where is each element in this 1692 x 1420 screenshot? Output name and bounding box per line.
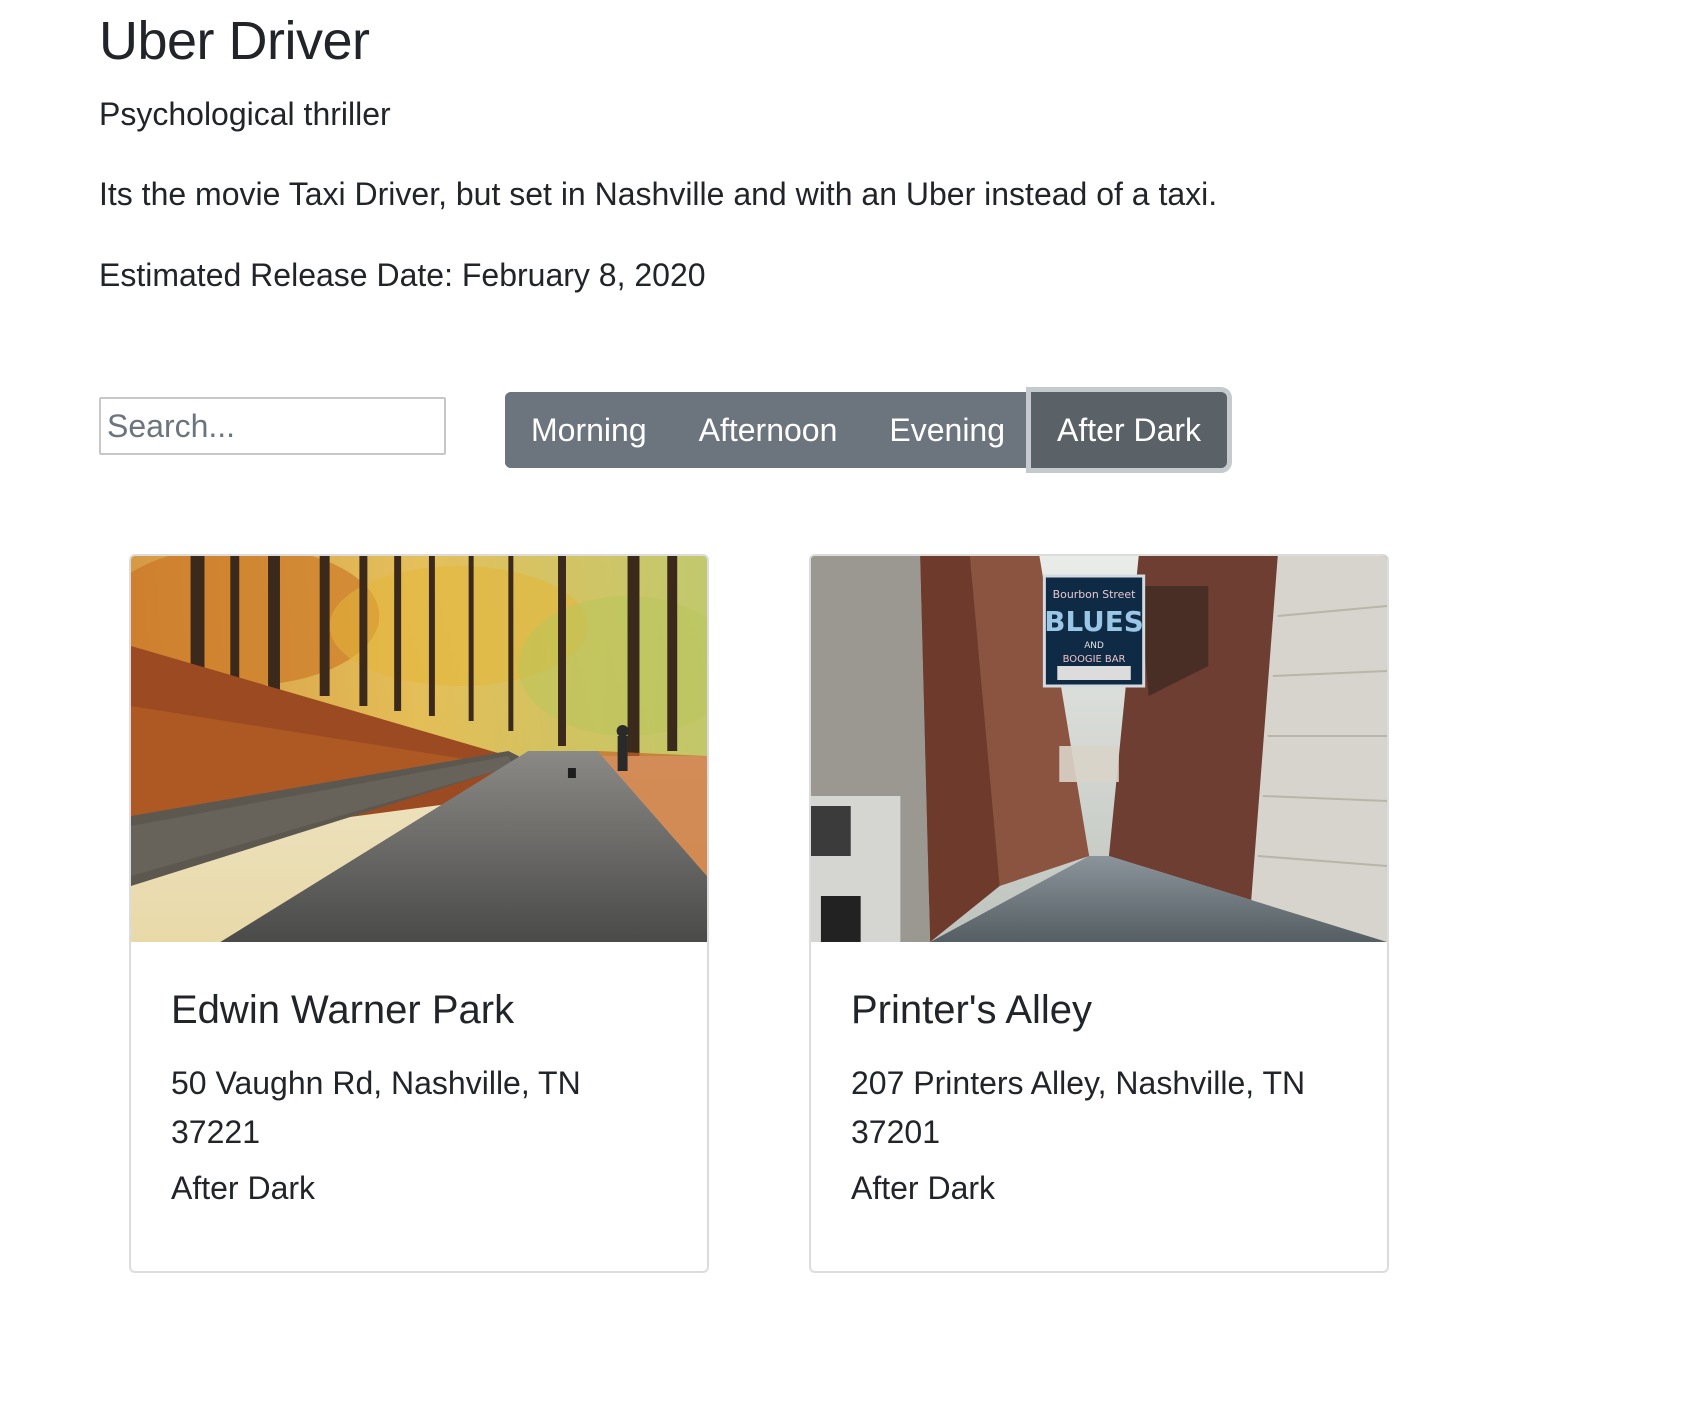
filter-morning-button[interactable]: Morning — [505, 392, 673, 468]
autumn-park-path-photo — [131, 556, 707, 942]
filter-afternoon-button[interactable]: Afternoon — [672, 392, 864, 468]
location-name: Printer's Alley — [851, 988, 1093, 1032]
location-time: After Dark — [851, 1170, 996, 1206]
movie-genre: Psychological thriller — [99, 96, 391, 132]
location-time: After Dark — [171, 1170, 316, 1206]
location-card: Bourbon Street BLUES AND BOOGIE BAR Prin… — [809, 554, 1389, 1273]
search-input[interactable] — [99, 397, 446, 455]
city-alley-photo: Bourbon Street BLUES AND BOOGIE BAR — [811, 556, 1387, 942]
sign-line-2: BLUES — [1044, 605, 1143, 638]
release-date: Estimated Release Date: February 8, 2020 — [99, 257, 706, 293]
sign-line-1: Bourbon Street — [1053, 588, 1136, 601]
location-card: Edwin Warner Park 50 Vaughn Rd, Nashvill… — [129, 554, 709, 1273]
filter-evening-button[interactable]: Evening — [863, 392, 1032, 468]
sign-line-4: BOOGIE BAR — [1063, 654, 1126, 665]
location-address: 50 Vaughn Rd, Nashville, TN 37221 — [171, 1065, 581, 1150]
time-filter-group: Morning Afternoon Evening After Dark — [505, 392, 1228, 468]
movie-description: Its the movie Taxi Driver, but set in Na… — [99, 176, 1218, 212]
sign-line-3: AND — [1084, 641, 1104, 651]
location-address: 207 Printers Alley, Nashville, TN 37201 — [851, 1065, 1306, 1150]
page-title: Uber Driver — [99, 11, 370, 71]
location-name: Edwin Warner Park — [171, 988, 515, 1032]
filter-after-dark-button[interactable]: After Dark — [1031, 392, 1228, 468]
